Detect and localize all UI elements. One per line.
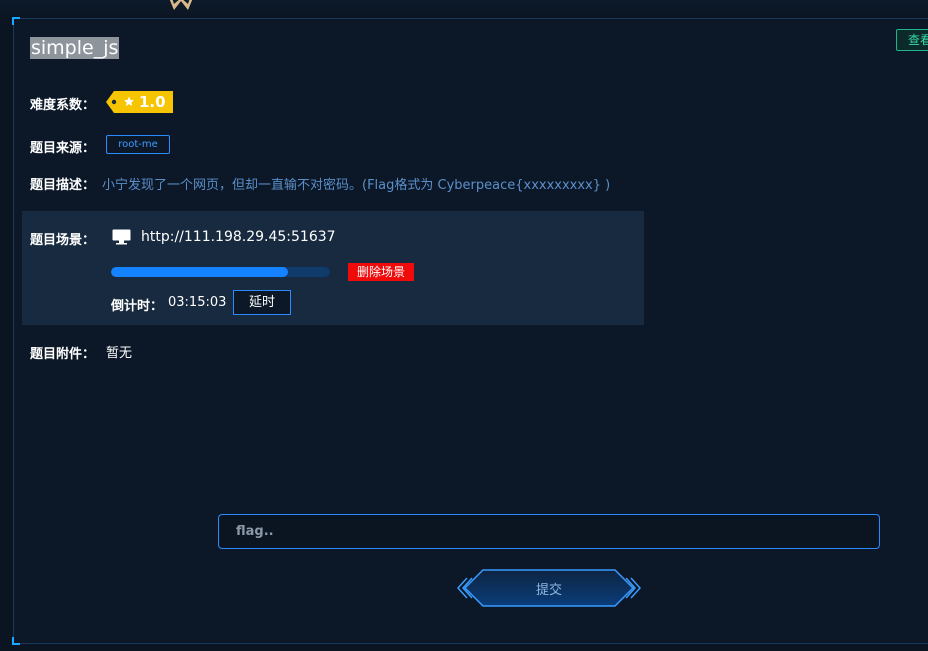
countdown-value: 03:15:03 bbox=[168, 295, 227, 310]
scene-label: 题目场景： bbox=[30, 233, 96, 248]
extend-time-button[interactable]: 延时 bbox=[233, 290, 291, 315]
crest-icon bbox=[169, 0, 193, 10]
corner-decoration-top-left bbox=[12, 17, 20, 25]
view-button[interactable]: 查看 bbox=[896, 29, 928, 51]
attachment-label: 题目附件： bbox=[30, 347, 96, 362]
flag-input[interactable] bbox=[218, 514, 880, 549]
source-badge: root-me bbox=[106, 135, 170, 154]
source-label: 题目来源： bbox=[30, 141, 96, 156]
scene-progress-fill bbox=[111, 267, 289, 277]
submit-button-label[interactable]: 提交 bbox=[455, 579, 643, 598]
difficulty-label: 难度系数： bbox=[30, 98, 96, 113]
difficulty-value: 1.0 bbox=[139, 93, 166, 111]
description-text: 小宁发现了一个网页，但却一直输不对密码。(Flag格式为 Cyberpeace{… bbox=[102, 178, 611, 193]
delete-scene-button[interactable]: 删除场景 bbox=[348, 263, 414, 281]
corner-decoration-bottom-left bbox=[12, 637, 20, 645]
top-strip bbox=[0, 0, 928, 18]
challenge-title: simple_js bbox=[30, 37, 120, 59]
monitor-icon bbox=[112, 229, 131, 245]
scene-url[interactable]: http://111.198.29.45:51637 bbox=[141, 229, 336, 245]
description-label: 题目描述： bbox=[30, 178, 96, 193]
scene-progress-bar bbox=[111, 267, 330, 277]
countdown-label: 倒计时： bbox=[111, 299, 164, 314]
attachment-value: 暂无 bbox=[106, 346, 133, 361]
